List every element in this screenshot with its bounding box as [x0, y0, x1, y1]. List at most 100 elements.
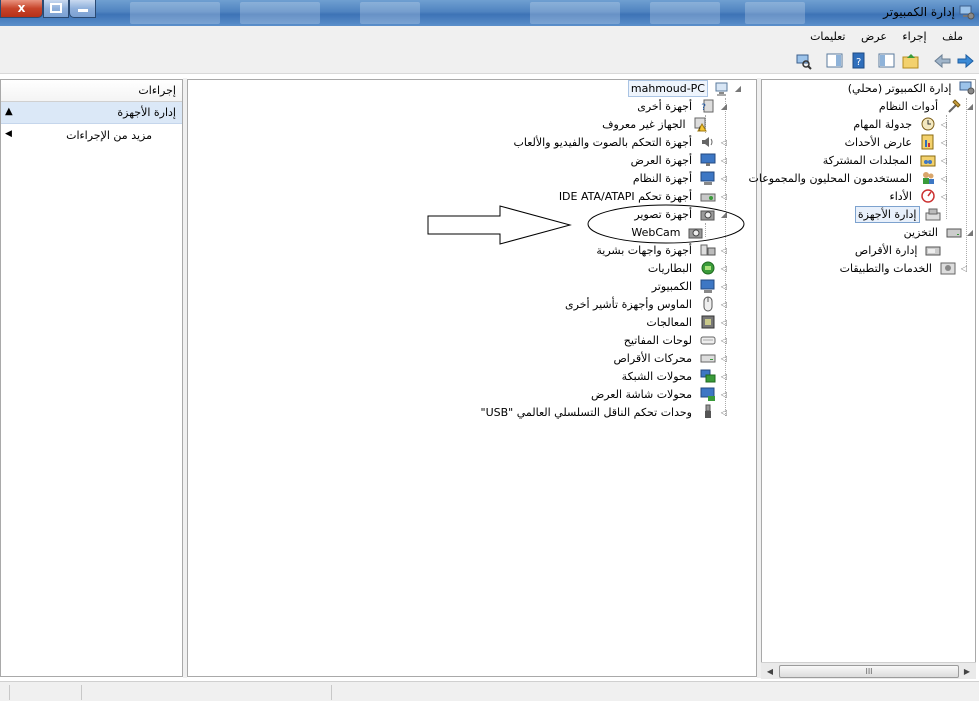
collapsed-triangle-icon[interactable]: ◁: [939, 120, 949, 129]
collapsed-triangle-icon[interactable]: ◁: [719, 282, 729, 291]
device-label: الجهاز غير معروف: [602, 117, 686, 131]
expanded-triangle-icon[interactable]: ◢: [965, 102, 975, 111]
menu-help[interactable]: تعليمات: [804, 26, 851, 43]
tree-node-performance[interactable]: ◁ الأداء: [888, 188, 949, 206]
tree-row-disk-drives[interactable]: ◁ محركات الأقراص: [611, 350, 729, 368]
tree-node-system-tools[interactable]: ◢ أدوات النظام: [877, 98, 975, 116]
tree-node-task-scheduler[interactable]: ◁ جدولة المهام: [851, 116, 949, 134]
taskbar-ghost: [130, 2, 220, 24]
submenu-arrow-icon: ◀: [5, 129, 12, 139]
tree-row-computer[interactable]: ◢ mahmoud-PC: [627, 80, 743, 98]
storage-icon: [946, 228, 961, 238]
tree-row-other-devices[interactable]: ◢ ? أجهزة أخرى: [635, 98, 729, 116]
menu-file[interactable]: ملف: [936, 26, 969, 43]
tree-node-services[interactable]: ◁ الخدمات والتطبيقات: [838, 260, 969, 278]
tree-root-computer-management[interactable]: إدارة الكمبيوتر (محلي): [846, 80, 975, 98]
collapsed-triangle-icon[interactable]: ◁: [719, 300, 729, 309]
tree-row-system-devices[interactable]: ◁ أجهزة النظام: [631, 170, 729, 188]
status-segment: [10, 685, 82, 700]
tree-row-processors[interactable]: ◁ المعالجات: [644, 314, 729, 332]
tree-label: المجلدات المشتركة: [822, 153, 912, 167]
forward-icon[interactable]: [956, 52, 974, 70]
tree-row-computer-category[interactable]: ◁ الكمبيوتر: [650, 278, 729, 296]
collapsed-triangle-icon[interactable]: ◁: [719, 192, 729, 201]
tree-row-imaging-devices[interactable]: ◢ أجهزة تصوير: [632, 206, 729, 224]
mouse-icon: [703, 296, 712, 312]
tree-row-keyboards[interactable]: ◁ لوحات المفاتيح: [622, 332, 729, 350]
tree-node-disk-management[interactable]: إدارة الأقراص: [853, 242, 941, 260]
show-hide-console-tree-icon[interactable]: [878, 52, 896, 70]
collapsed-triangle-icon[interactable]: ◁: [719, 174, 729, 183]
tree-node-device-manager[interactable]: إدارة الأجهزة: [854, 206, 941, 224]
collapsed-triangle-icon[interactable]: ◁: [719, 264, 729, 273]
collapsed-triangle-icon[interactable]: ◁: [719, 408, 729, 417]
title-bar: x إدارة الكمبيوتر: [0, 0, 979, 26]
collapsed-triangle-icon[interactable]: ◁: [719, 336, 729, 345]
expanded-triangle-icon[interactable]: ◢: [719, 102, 729, 111]
device-category-label: أجهزة التحكم بالصوت والفيديو والألعاب: [513, 135, 692, 149]
window-title: إدارة الكمبيوتر: [883, 5, 955, 19]
scan-hardware-icon[interactable]: [795, 52, 813, 70]
tree-label: المستخدمون المحليون والمجموعات: [748, 171, 912, 185]
collapsed-triangle-icon[interactable]: ◁: [719, 318, 729, 327]
tree-row-unknown-device[interactable]: ! الجهاز غير معروف: [600, 116, 709, 134]
taskbar-ghost: [240, 2, 320, 24]
scrollbar-thumb[interactable]: III: [779, 665, 959, 678]
device-category-label: أجهزة العرض: [630, 153, 692, 167]
more-actions-item[interactable]: مزيد من الإجراءات ◀: [1, 124, 182, 146]
collapse-triangle-icon[interactable]: ▲: [5, 106, 13, 117]
tree-row-batteries[interactable]: ◁ البطاريات: [646, 260, 729, 278]
scroll-right-icon[interactable]: ▶: [960, 665, 974, 678]
collapsed-triangle-icon[interactable]: ◁: [719, 390, 729, 399]
tree-guide-line: [705, 223, 706, 237]
collapsed-triangle-icon[interactable]: ◁: [939, 156, 949, 165]
tree-row-display-devices[interactable]: ◁ أجهزة العرض: [629, 152, 729, 170]
collapsed-triangle-icon[interactable]: ◁: [939, 192, 949, 201]
expanded-triangle-icon[interactable]: ◢: [965, 228, 975, 237]
scroll-left-icon[interactable]: ◀: [763, 665, 777, 678]
back-icon[interactable]: [934, 52, 952, 70]
minimize-button[interactable]: [69, 0, 96, 18]
menu-view[interactable]: عرض: [855, 26, 893, 43]
tree-node-event-viewer[interactable]: ◁ عارض الأحداث: [843, 134, 949, 152]
collapsed-triangle-icon[interactable]: ◁: [719, 246, 729, 255]
horizontal-scrollbar[interactable]: ◀ III ▶: [761, 662, 976, 679]
tree-row-display-adapters[interactable]: ◁ محولات شاشة العرض: [589, 386, 729, 404]
collapsed-triangle-icon[interactable]: ◁: [939, 174, 949, 183]
processor-icon: [701, 315, 714, 329]
computer-name-label: mahmoud-PC: [627, 80, 708, 97]
tree-row-ide-controllers[interactable]: ◁ أجهزة تحكم IDE ATA/ATAPI: [557, 188, 729, 206]
close-button[interactable]: x: [0, 0, 43, 18]
show-hide-action-pane-icon[interactable]: [826, 52, 844, 70]
taskbar-ghost: [530, 2, 620, 24]
menu-action[interactable]: إجراء: [896, 26, 932, 43]
tree-row-hid[interactable]: ◁ أجهزة واجهات بشرية: [594, 242, 729, 260]
tree-node-local-users[interactable]: ◁ المستخدمون المحليون والمجموعات: [746, 170, 949, 188]
ide-controller-icon: [700, 193, 715, 202]
tree-row-network-adapters[interactable]: ◁ محولات الشبكة: [620, 368, 729, 386]
tree-node-storage[interactable]: ◢ التخزين: [902, 224, 975, 242]
tree-row-webcam[interactable]: WebCam: [629, 224, 704, 242]
properties-icon[interactable]: ?: [850, 52, 868, 70]
tree-row-usb-controllers[interactable]: ◁ وحدات تحكم الناقل التسلسلي العالمي "US…: [479, 404, 729, 422]
webcam-icon: [688, 228, 703, 239]
speaker-icon: [701, 137, 712, 147]
actions-pane: إجراءات إدارة الأجهزة ▲ مزيد من الإجراءا…: [0, 79, 183, 677]
collapsed-triangle-icon[interactable]: ◁: [719, 138, 729, 147]
camera-icon: [700, 210, 714, 221]
up-folder-icon[interactable]: [902, 52, 920, 70]
tree-node-shared-folders[interactable]: ◁ المجلدات المشتركة: [821, 152, 949, 170]
maximize-button[interactable]: [43, 0, 69, 18]
hid-icon: [700, 244, 715, 256]
expanded-triangle-icon[interactable]: ◢: [733, 84, 743, 93]
collapsed-triangle-icon[interactable]: ◁: [719, 354, 729, 363]
collapsed-triangle-icon[interactable]: ◁: [959, 264, 969, 273]
actions-group-device-manager[interactable]: إدارة الأجهزة ▲: [1, 102, 182, 124]
tree-row-mice[interactable]: ◁ الماوس وأجهزة تأشير أخرى: [563, 296, 729, 314]
collapsed-triangle-icon[interactable]: ◁: [719, 372, 729, 381]
collapsed-triangle-icon[interactable]: ◁: [719, 156, 729, 165]
expanded-triangle-icon[interactable]: ◢: [719, 210, 729, 219]
collapsed-triangle-icon[interactable]: ◁: [939, 138, 949, 147]
tree-row-sound-devices[interactable]: ◁ أجهزة التحكم بالصوت والفيديو والألعاب: [512, 134, 729, 152]
device-category-label: أجهزة تصوير: [634, 207, 692, 221]
